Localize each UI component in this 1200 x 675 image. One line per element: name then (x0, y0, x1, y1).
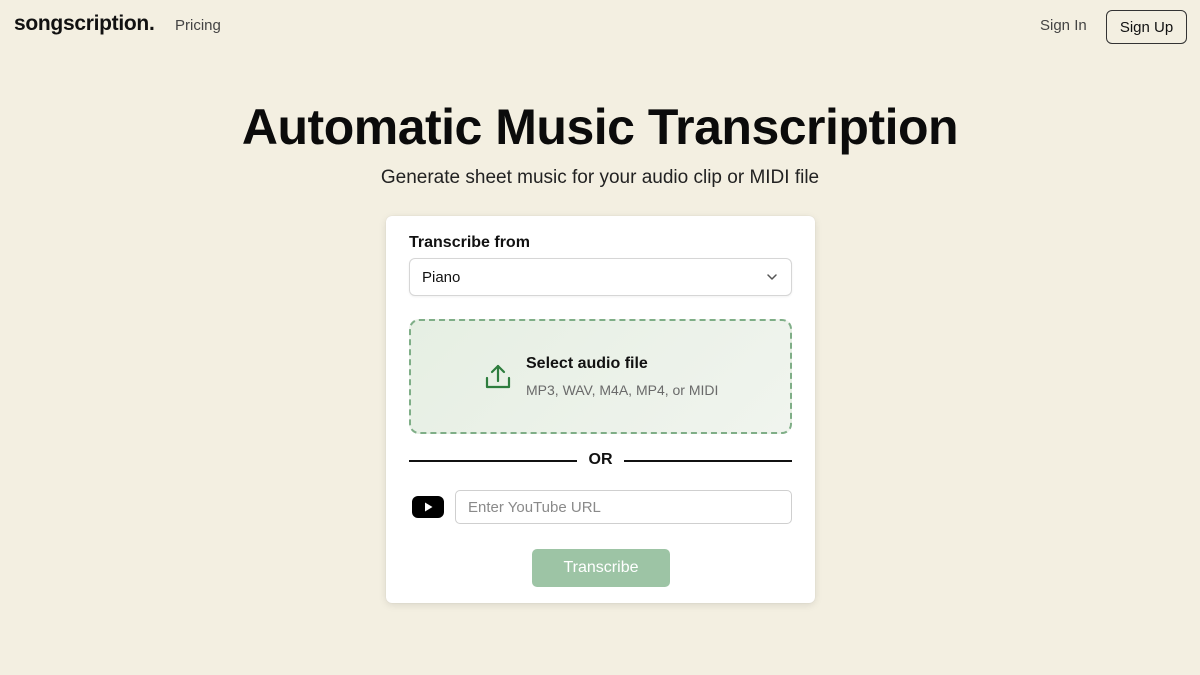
audio-file-dropzone[interactable]: Select audio file MP3, WAV, M4A, MP4, or… (409, 319, 792, 434)
logo[interactable]: songscription. (14, 12, 155, 36)
youtube-icon (412, 496, 444, 518)
or-divider: OR (409, 451, 792, 471)
instrument-select-value: Piano (422, 269, 461, 286)
sign-up-button[interactable]: Sign Up (1106, 10, 1187, 44)
chevron-down-icon (767, 274, 777, 280)
supported-formats-text: MP3, WAV, M4A, MP4, or MIDI (526, 382, 719, 398)
page-subtitle: Generate sheet music for your audio clip… (380, 167, 820, 188)
youtube-url-input[interactable] (455, 490, 792, 524)
select-audio-file-label: Select audio file (526, 355, 648, 372)
nav-link-pricing[interactable]: Pricing (175, 17, 221, 34)
page-title: Automatic Music Transcription (241, 99, 959, 155)
top-navigation-bar: songscription. Pricing Sign In Sign Up (0, 0, 1200, 54)
transcription-form-card: Transcribe from Piano Select audio file … (386, 216, 815, 603)
transcribe-from-label: Transcribe from (409, 234, 530, 251)
divider-line-right (624, 460, 792, 462)
divider-line-left (409, 460, 577, 462)
or-divider-text: OR (588, 451, 613, 468)
transcribe-button[interactable]: Transcribe (532, 549, 670, 587)
upload-icon (485, 364, 511, 389)
sign-in-link[interactable]: Sign In (1040, 17, 1087, 34)
instrument-select[interactable]: Piano (409, 258, 792, 296)
